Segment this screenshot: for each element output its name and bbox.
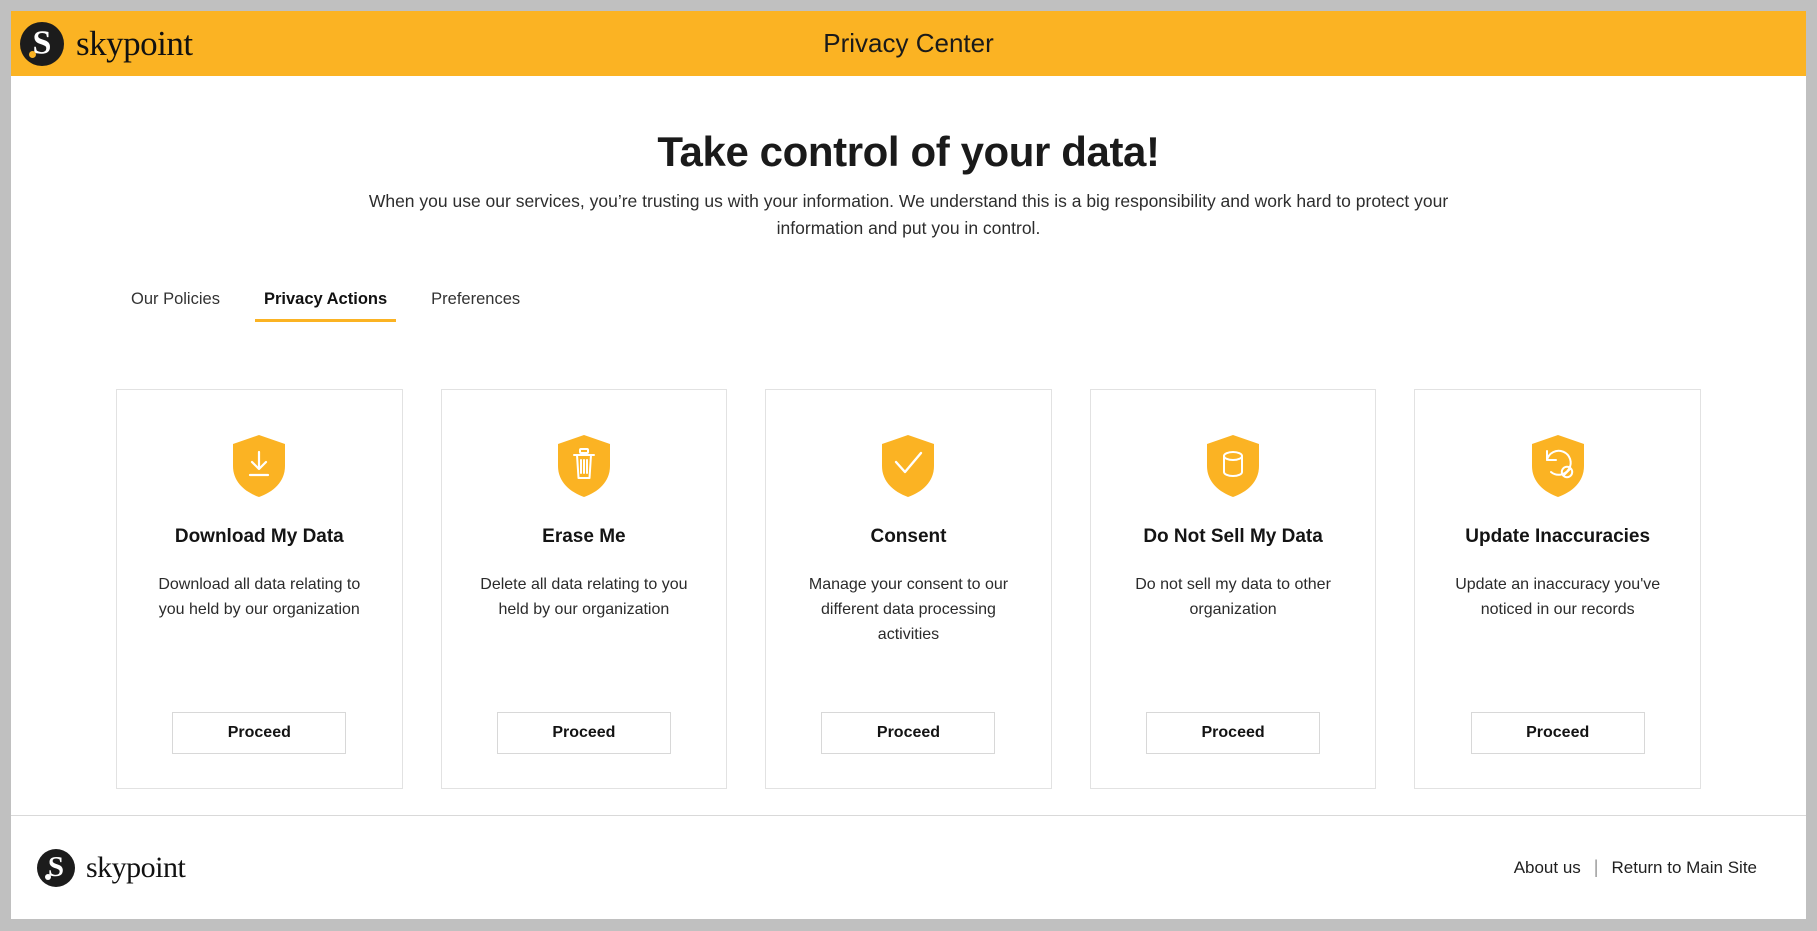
- card-description: Do not sell my data to other organizatio…: [1118, 573, 1348, 623]
- privacy-action-cards: Download My Data Download all data relat…: [11, 389, 1806, 789]
- shield-download-icon: [230, 434, 288, 498]
- brand-name: skypoint: [86, 853, 185, 883]
- logo-letter: S: [20, 26, 64, 60]
- card-do-not-sell-my-data[interactable]: Do Not Sell My Data Do not sell my data …: [1090, 389, 1377, 789]
- tab-preferences[interactable]: Preferences: [409, 290, 542, 322]
- tab-bar: Our Policies Privacy Actions Preferences: [11, 290, 1806, 322]
- card-title: Consent: [870, 526, 946, 549]
- privacy-center-page: S skypoint Privacy Center Take control o…: [11, 11, 1806, 919]
- skypoint-logo-icon: S: [20, 22, 64, 66]
- card-description: Download all data relating to you held b…: [144, 573, 374, 623]
- logo-dot: [45, 874, 51, 880]
- footer-brand-logo[interactable]: S skypoint: [37, 849, 185, 887]
- skypoint-logo-icon: S: [37, 849, 75, 887]
- card-title: Download My Data: [175, 526, 344, 549]
- proceed-button[interactable]: Proceed: [1471, 712, 1645, 754]
- brand-name: skypoint: [76, 26, 193, 61]
- browser-viewport: S skypoint Privacy Center Take control o…: [0, 0, 1817, 931]
- proceed-button[interactable]: Proceed: [1146, 712, 1320, 754]
- card-action-area: Proceed: [821, 682, 995, 754]
- hero-subheading: When you use our services, you’re trusti…: [324, 188, 1494, 242]
- card-erase-me[interactable]: Erase Me Delete all data relating to you…: [441, 389, 728, 789]
- card-title: Erase Me: [542, 526, 625, 549]
- shield-trash-icon: [555, 434, 613, 498]
- card-consent[interactable]: Consent Manage your consent to our diffe…: [765, 389, 1052, 789]
- proceed-button[interactable]: Proceed: [172, 712, 346, 754]
- page-header: S skypoint Privacy Center: [11, 11, 1806, 76]
- tab-our-policies[interactable]: Our Policies: [121, 290, 242, 322]
- about-us-link[interactable]: About us: [1501, 858, 1594, 878]
- card-download-my-data[interactable]: Download My Data Download all data relat…: [116, 389, 403, 789]
- shield-revert-blocked-icon: [1529, 434, 1587, 498]
- card-action-area: Proceed: [172, 682, 346, 754]
- tab-privacy-actions[interactable]: Privacy Actions: [242, 290, 409, 322]
- card-description: Delete all data relating to you held by …: [469, 573, 699, 623]
- card-description: Manage your consent to our different dat…: [793, 573, 1023, 647]
- card-action-area: Proceed: [1471, 682, 1645, 754]
- shield-check-icon: [879, 434, 937, 498]
- return-to-main-site-link[interactable]: Return to Main Site: [1598, 858, 1770, 878]
- card-action-area: Proceed: [1146, 682, 1320, 754]
- card-title: Do Not Sell My Data: [1143, 526, 1322, 549]
- logo-letter: S: [37, 852, 75, 881]
- main-content: Take control of your data! When you use …: [11, 76, 1806, 815]
- proceed-button[interactable]: Proceed: [821, 712, 995, 754]
- shield-database-icon: [1204, 434, 1262, 498]
- hero-section: Take control of your data! When you use …: [11, 76, 1806, 242]
- card-update-inaccuracies[interactable]: Update Inaccuracies Update an inaccuracy…: [1414, 389, 1701, 789]
- footer-links: About us | Return to Main Site: [1501, 857, 1770, 878]
- page-footer: S skypoint About us | Return to Main Sit…: [11, 815, 1806, 919]
- header-brand-logo[interactable]: S skypoint: [20, 22, 193, 66]
- logo-dot: [29, 51, 36, 58]
- hero-heading: Take control of your data!: [11, 129, 1806, 175]
- card-action-area: Proceed: [497, 682, 671, 754]
- proceed-button[interactable]: Proceed: [497, 712, 671, 754]
- page-title: Privacy Center: [11, 28, 1806, 59]
- card-description: Update an inaccuracy you've noticed in o…: [1443, 573, 1673, 623]
- card-title: Update Inaccuracies: [1465, 526, 1650, 549]
